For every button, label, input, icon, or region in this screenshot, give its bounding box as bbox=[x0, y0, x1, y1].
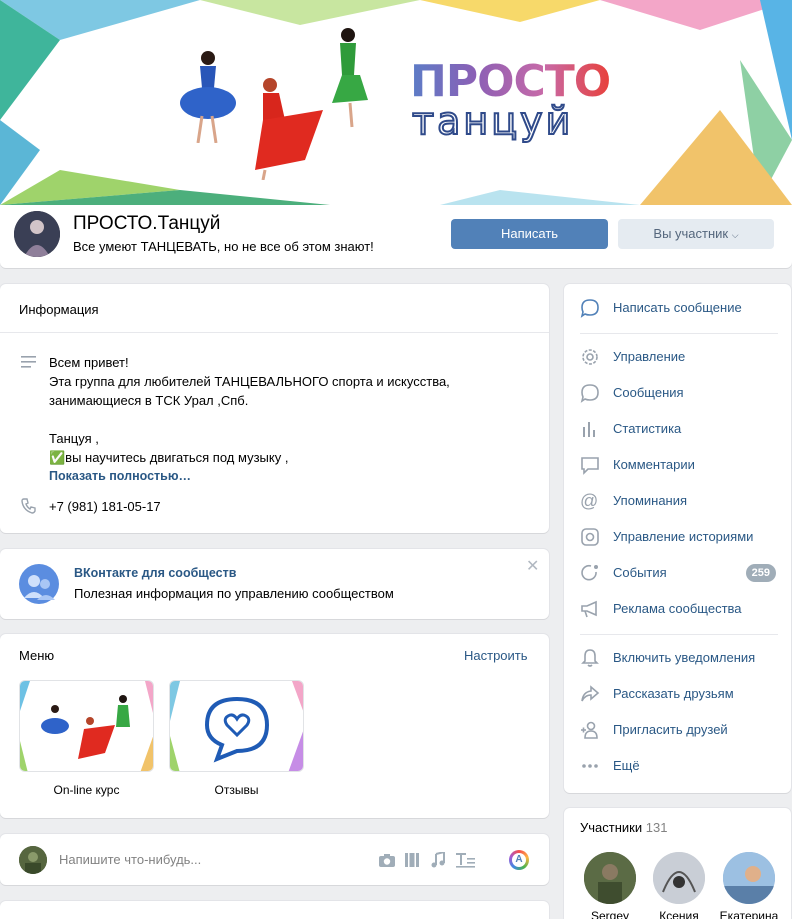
write-button[interactable]: Написать bbox=[451, 219, 608, 249]
sidebar-item-label: Рассказать друзьям bbox=[613, 686, 734, 701]
close-icon[interactable]: ✕ bbox=[526, 559, 539, 575]
info-line-5: ✅вы научитесь двигаться под музыку , bbox=[49, 450, 289, 465]
member-name[interactable]: Ксения bbox=[649, 909, 709, 919]
promo-title[interactable]: ВКонтакте для сообществ bbox=[74, 564, 236, 583]
composer-input[interactable]: Напишите что-нибудь... bbox=[59, 850, 201, 869]
dancer-blue-image bbox=[178, 48, 238, 144]
message-icon bbox=[580, 298, 600, 318]
article-icon[interactable] bbox=[456, 852, 476, 871]
sidebar-divider-1 bbox=[580, 333, 778, 334]
share-icon bbox=[580, 684, 600, 704]
poster-icon[interactable]: A bbox=[509, 850, 529, 870]
sidebar-item-label: Реклама сообщества bbox=[613, 601, 742, 616]
cover-title-line1: ПРОСТО bbox=[410, 56, 611, 107]
menu-tile-reviews[interactable] bbox=[169, 680, 304, 772]
member-name[interactable]: Екатерина bbox=[719, 909, 779, 919]
sidebar-item-messages[interactable]: Сообщения bbox=[564, 375, 791, 411]
sidebar-item-mentions[interactable]: @ Упоминания bbox=[564, 483, 791, 519]
sidebar-item-more[interactable]: Ещё bbox=[564, 748, 791, 784]
group-avatar[interactable] bbox=[14, 211, 60, 257]
chevron-down-icon: ⌵ bbox=[731, 230, 739, 240]
sidebar-item-notifications[interactable]: Включить уведомления bbox=[564, 640, 791, 676]
sidebar-item-invite[interactable]: Пригласить друзей bbox=[564, 712, 791, 748]
dancer-green-image bbox=[320, 25, 375, 130]
member-avatar[interactable] bbox=[723, 852, 775, 904]
sidebar-item-manage[interactable]: Управление bbox=[564, 339, 791, 375]
phone-number[interactable]: +7 (981) 181-05-17 bbox=[49, 497, 161, 516]
sidebar-item-label: Сообщения bbox=[613, 385, 684, 400]
info-divider bbox=[0, 332, 549, 333]
members-count: 131 bbox=[645, 820, 668, 835]
group-status: Все умеют ТАНЦЕВАТЬ, но не все об этом з… bbox=[73, 239, 374, 254]
sidebar-item-events[interactable]: События 259 bbox=[564, 555, 791, 591]
sidebar-item-label: Управление историями bbox=[613, 529, 754, 544]
sidebar-divider-2 bbox=[580, 634, 778, 635]
bell-icon bbox=[580, 648, 600, 668]
menu-tile-reviews-label: Отзывы bbox=[214, 783, 259, 797]
description-icon bbox=[21, 355, 37, 372]
sidebar-item-ads[interactable]: Реклама сообщества bbox=[564, 591, 791, 627]
user-avatar bbox=[19, 846, 47, 874]
member-button[interactable]: Вы участник ⌵ bbox=[618, 219, 774, 249]
events-badge: 259 bbox=[745, 564, 776, 582]
sidebar-item-label: Управление bbox=[613, 349, 686, 364]
menu-tile-course[interactable] bbox=[19, 680, 154, 772]
video-icon[interactable] bbox=[404, 852, 420, 871]
info-line-1: Эта группа для любителей ТАНЦЕВАЛЬНОГО с… bbox=[49, 374, 450, 389]
promo-text: Полезная информация по управлению сообще… bbox=[74, 586, 394, 601]
message-icon bbox=[580, 383, 600, 403]
member-avatar[interactable] bbox=[584, 852, 636, 904]
menu-title: Меню bbox=[19, 648, 55, 663]
sidebar-item-share[interactable]: Рассказать друзьям bbox=[564, 676, 791, 712]
wall-card bbox=[0, 901, 549, 919]
sidebar-item-comments[interactable]: Комментарии bbox=[564, 447, 791, 483]
sidebar-item-label: События bbox=[613, 565, 667, 580]
music-icon[interactable] bbox=[430, 850, 446, 871]
members-title[interactable]: Участники 131 bbox=[580, 820, 667, 835]
info-title: Информация bbox=[19, 302, 99, 317]
camera-icon[interactable] bbox=[378, 852, 396, 871]
stories-icon bbox=[580, 527, 600, 547]
menu-tile-course-label: On-line курс bbox=[53, 783, 120, 797]
configure-link[interactable]: Настроить bbox=[464, 648, 528, 663]
sidebar-item-label: Ещё bbox=[613, 758, 640, 773]
stats-icon bbox=[580, 419, 600, 439]
sidebar-item-stories[interactable]: Управление историями bbox=[564, 519, 791, 555]
group-name: ПРОСТО.Танцуй bbox=[73, 213, 221, 234]
cover-image: ПРОСТО танцуй bbox=[0, 0, 792, 205]
invite-icon bbox=[580, 720, 600, 740]
at-icon: @ bbox=[580, 491, 599, 511]
info-line-0: Всем привет! bbox=[49, 355, 129, 370]
phone-icon bbox=[21, 498, 37, 517]
sidebar-item-label: Включить уведомления bbox=[613, 650, 756, 665]
sidebar-item-label: Статистика bbox=[613, 421, 682, 436]
member-button-label: Вы участник bbox=[653, 226, 729, 241]
megaphone-icon bbox=[580, 599, 600, 619]
info-line-2: занимающиеся в ТСК Урал ,Спб. bbox=[49, 393, 249, 408]
member-avatar[interactable] bbox=[653, 852, 705, 904]
write-message-item[interactable]: Написать сообщение bbox=[564, 290, 791, 326]
show-more-link[interactable]: Показать полностью… bbox=[49, 467, 191, 486]
more-icon bbox=[580, 756, 600, 776]
dancer-red-image bbox=[245, 75, 325, 181]
events-icon bbox=[580, 563, 600, 583]
sidebar-item-label: Пригласить друзей bbox=[613, 722, 728, 737]
members-title-label: Участники bbox=[580, 820, 643, 835]
sidebar-item-label: Комментарии bbox=[613, 457, 695, 472]
gear-icon bbox=[580, 347, 600, 367]
sidebar-item-label: Упоминания bbox=[613, 493, 688, 508]
cover-title-line2: танцуй bbox=[411, 99, 574, 143]
write-message-label: Написать сообщение bbox=[613, 300, 742, 315]
comment-icon bbox=[580, 455, 600, 475]
member-name[interactable]: Sergey bbox=[580, 909, 640, 919]
sidebar-item-stats[interactable]: Статистика bbox=[564, 411, 791, 447]
info-line-4: Танцуя , bbox=[49, 431, 99, 446]
community-icon bbox=[19, 564, 59, 604]
